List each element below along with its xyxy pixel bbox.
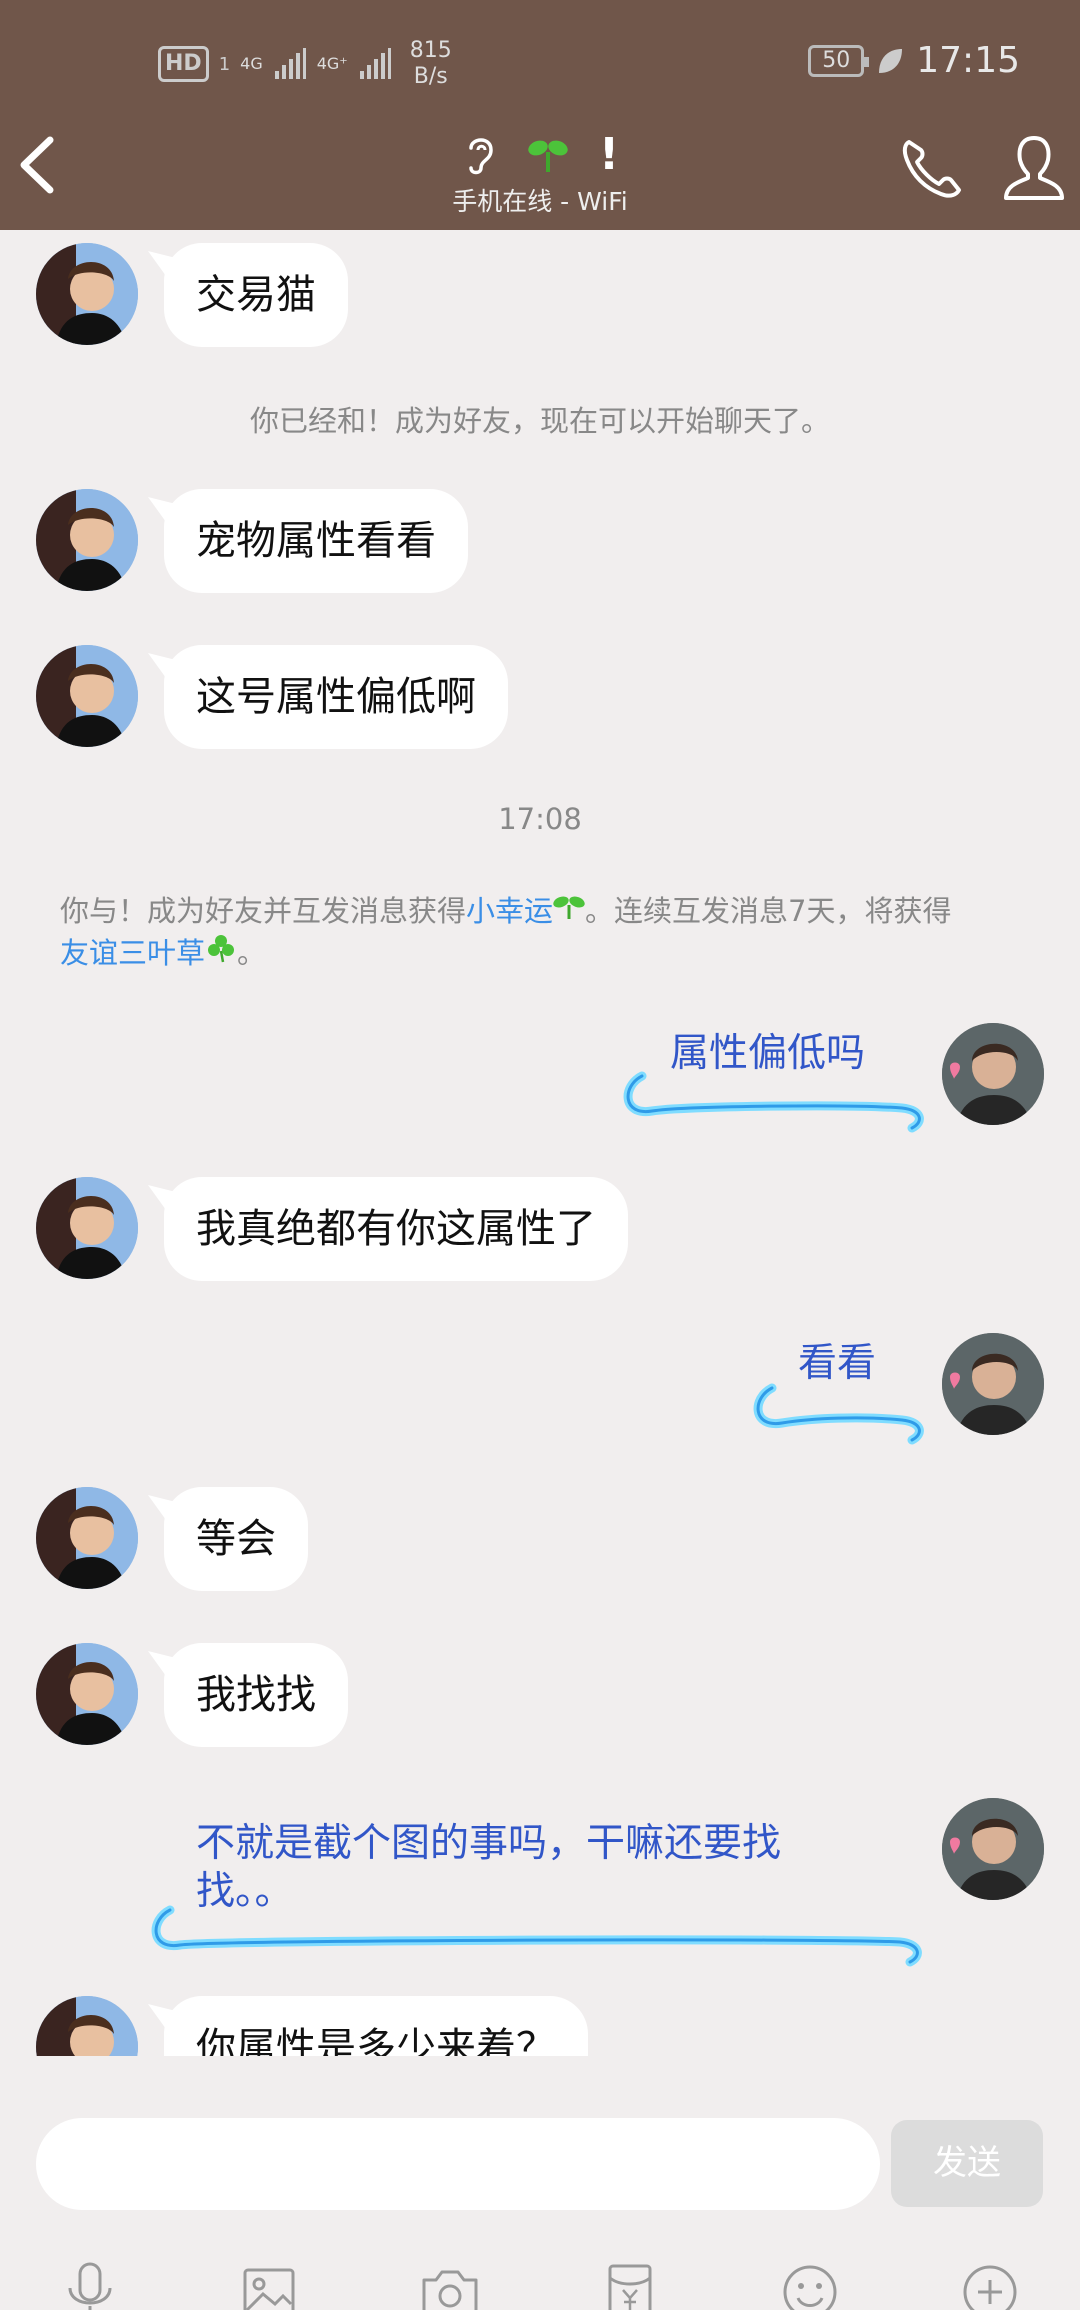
message-text[interactable]: 看看 — [798, 1340, 876, 1388]
clover-link[interactable]: 友谊三叶草 — [60, 936, 205, 970]
send-button[interactable]: 发送 — [891, 2120, 1043, 2207]
emoji-icon[interactable] — [774, 2256, 846, 2310]
microphone-icon[interactable] — [54, 2256, 126, 2310]
signal-icon — [359, 48, 391, 79]
lucky-link[interactable]: 小幸运 — [466, 894, 553, 928]
network-speed: 815 B/s — [410, 38, 452, 90]
contact-avatar[interactable] — [36, 1643, 138, 1745]
network-type-1: 4G — [240, 54, 263, 73]
message-bubble[interactable]: 交易猫 — [164, 243, 348, 347]
notice-text: 。 — [237, 936, 267, 970]
message-bubble[interactable]: 你属性是多少来着？ — [164, 1996, 588, 2056]
message-input[interactable] — [36, 2118, 880, 2210]
message-text[interactable]: 不就是截个图的事吗，干嘛还要找找。。 — [196, 1820, 876, 1916]
message-bubble[interactable]: 等会 — [164, 1487, 308, 1591]
contact-avatar[interactable] — [36, 489, 138, 591]
app-header: HD 1 4G 4G⁺ 815 B/s 50 17:15 ! 手机在线 - Wi… — [0, 0, 1080, 230]
sprout-icon — [553, 896, 585, 919]
message-bubble[interactable]: 宠物属性看看 — [164, 489, 468, 593]
contact-avatar[interactable] — [36, 243, 138, 345]
my-avatar[interactable] — [942, 1333, 1044, 1435]
input-bar: 发送 — [0, 2056, 1080, 2310]
speed-value: 815 — [409, 38, 452, 63]
friendship-notice: 你与！成为好友并互发消息获得小幸运 。连续互发消息7天，将获得友谊三叶草。 — [60, 890, 1030, 974]
plus-icon[interactable] — [954, 2256, 1026, 2310]
message-bubble[interactable]: 我真绝都有你这属性了 — [164, 1177, 628, 1281]
contact-avatar[interactable] — [36, 1177, 138, 1279]
status-time: 17:15 — [916, 40, 1020, 81]
camera-icon[interactable] — [414, 2256, 486, 2310]
timestamp: 17:08 — [498, 802, 582, 836]
contact-avatar[interactable] — [36, 1487, 138, 1589]
notice-text: 你与！成为好友并互发消息获得 — [60, 894, 467, 928]
ear-icon — [469, 138, 493, 175]
notice-text: 。连续互发消息7天，将获得 — [585, 894, 952, 928]
my-avatar[interactable] — [942, 1023, 1044, 1125]
signal-icon — [274, 48, 306, 79]
battery-indicator: 50 — [808, 44, 870, 77]
profile-icon[interactable] — [998, 128, 1070, 208]
chat-message-list[interactable]: 交易猫 你已经和！成为好友，现在可以开始聊天了。 宠物属性看看 这号属性偏低啊 … — [0, 230, 1080, 2056]
sim-indicator: 1 — [218, 53, 231, 75]
message-bubble[interactable]: 这号属性偏低啊 — [164, 645, 508, 749]
status-bar: HD 1 4G 4G⁺ 815 B/s 50 17:15 — [0, 0, 1080, 125]
network-type-2: 4G⁺ — [316, 54, 348, 73]
contact-avatar[interactable] — [36, 645, 138, 747]
message-text[interactable]: 属性偏低吗 — [670, 1030, 865, 1078]
image-icon[interactable] — [233, 2256, 305, 2310]
leaf-icon — [879, 48, 903, 73]
message-bubble[interactable]: 我找找 — [164, 1643, 348, 1747]
system-message: 你已经和！成为好友，现在可以开始聊天了。 — [249, 404, 830, 438]
speed-unit: B/s — [413, 64, 448, 89]
red-packet-icon[interactable] — [594, 2256, 666, 2310]
sprout-icon — [528, 140, 568, 172]
clover-icon — [208, 935, 235, 963]
contact-name: ! — [598, 128, 620, 180]
hd-indicator: HD — [158, 46, 209, 82]
phone-call-icon[interactable] — [895, 128, 967, 208]
contact-avatar[interactable] — [36, 1996, 138, 2056]
my-avatar[interactable] — [942, 1798, 1044, 1900]
